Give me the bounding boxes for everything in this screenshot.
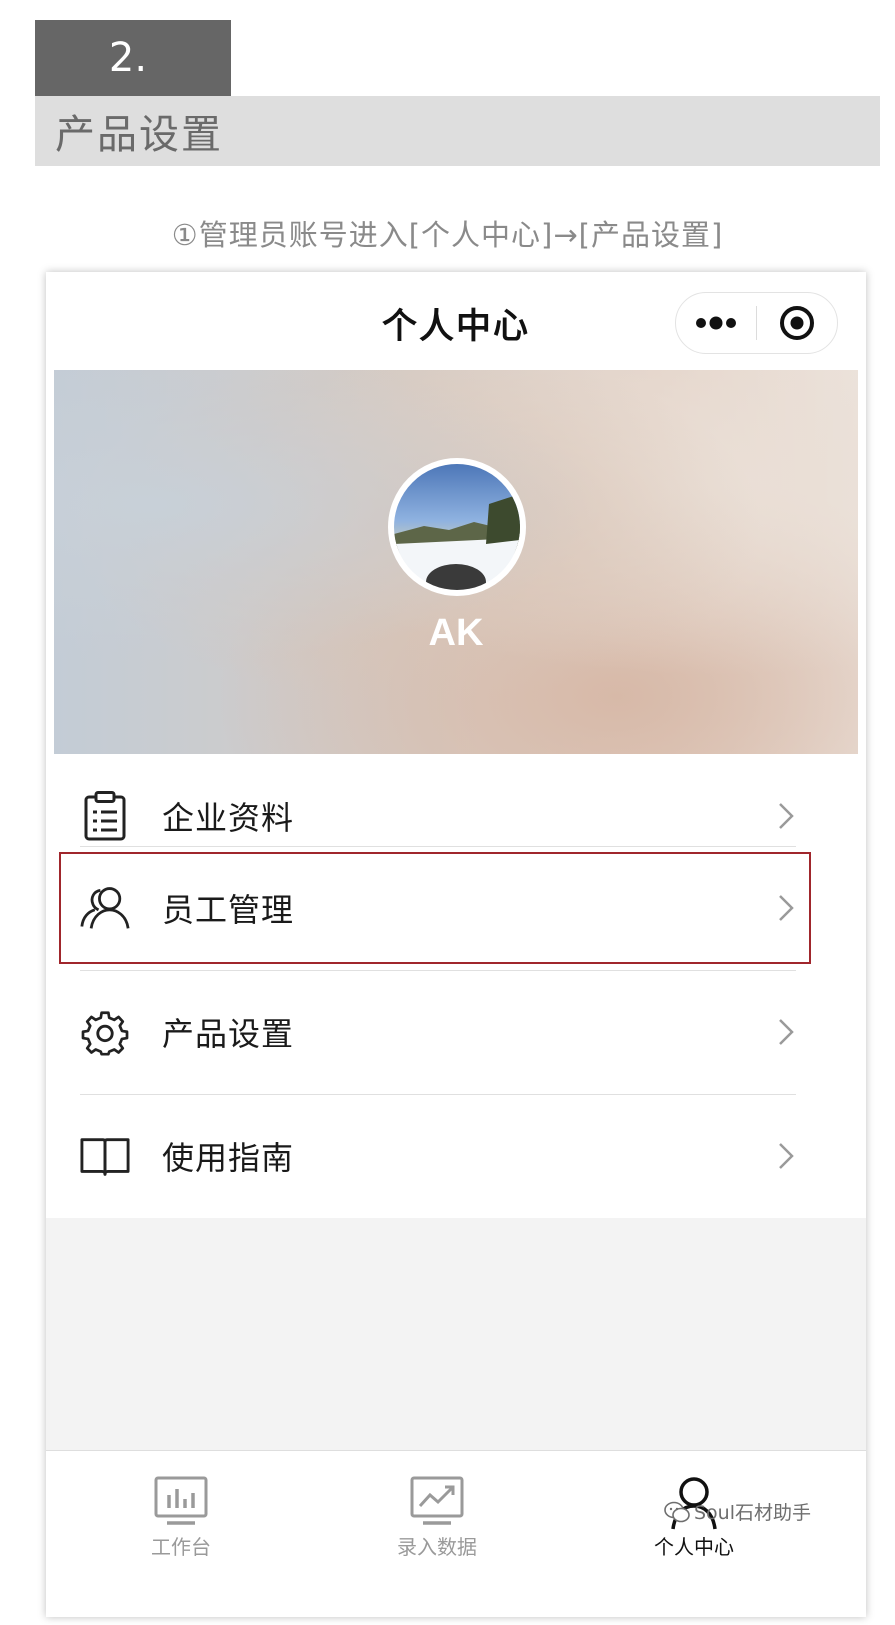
menu-item-label: 产品设置 <box>162 1015 295 1053</box>
menu-item-user-guide[interactable]: 使用指南 <box>46 1094 866 1218</box>
wechat-icon <box>664 1501 690 1522</box>
watermark: Soul石材助手 <box>664 1498 811 1525</box>
tab-label: 个人中心 <box>654 1535 734 1559</box>
clipboard-icon <box>80 791 130 841</box>
chevron-right-icon <box>779 803 794 829</box>
book-icon <box>80 1131 130 1181</box>
bar-chart-icon <box>154 1476 208 1525</box>
menu-item-label: 使用指南 <box>162 1139 295 1177</box>
menu-item-label: 企业资料 <box>162 799 295 837</box>
step-number-badge: 2. <box>35 20 231 96</box>
avatar[interactable] <box>388 458 526 596</box>
mini-program-capsule <box>675 292 838 354</box>
close-button[interactable] <box>757 293 837 353</box>
phone-screen: 个人中心 AK 企业资料 员工管理 产品设置 使用指南 工作台 录入数据 个人中… <box>46 272 866 1617</box>
profile-header: AK <box>54 370 858 754</box>
tab-label: 录入数据 <box>397 1535 477 1559</box>
instruction-caption: ①管理员账号进入[个人中心]→[产品设置] <box>171 218 724 252</box>
more-button[interactable] <box>676 293 756 353</box>
highlight-box <box>59 852 811 964</box>
tab-enter-data[interactable]: 录入数据 <box>357 1451 517 1617</box>
watermark-text: Soul石材助手 <box>694 1502 812 1524</box>
tab-workbench[interactable]: 工作台 <box>101 1451 261 1617</box>
chevron-right-icon <box>779 1143 794 1169</box>
section-title: 产品设置 <box>35 96 880 166</box>
target-circle-icon <box>780 306 814 340</box>
username: AK <box>428 612 484 654</box>
chevron-right-icon <box>779 1019 794 1045</box>
more-dots-icon <box>696 316 736 330</box>
menu-item-product-settings[interactable]: 产品设置 <box>46 970 866 1094</box>
empty-area <box>46 1218 866 1450</box>
tab-personal-center[interactable]: 个人中心 <box>614 1451 774 1617</box>
tab-bar: 工作台 录入数据 个人中心 <box>46 1450 866 1617</box>
gear-icon <box>80 1007 130 1057</box>
trend-chart-icon <box>410 1476 464 1525</box>
tab-label: 工作台 <box>151 1535 211 1559</box>
